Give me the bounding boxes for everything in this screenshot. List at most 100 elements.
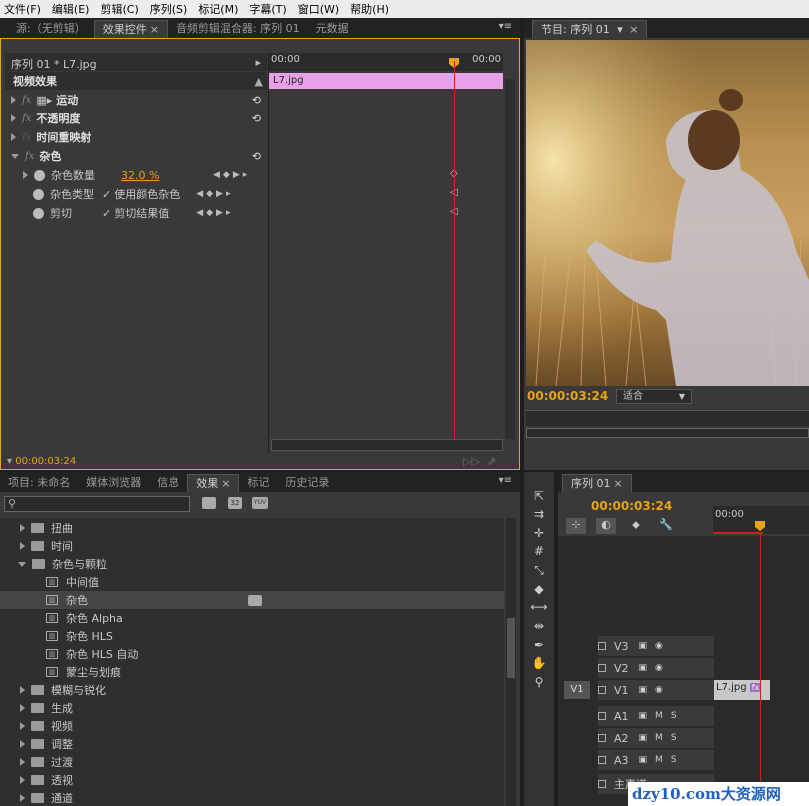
film-icon[interactable]: ▣ (639, 755, 648, 765)
hand-tool-icon[interactable]: ✋ (529, 655, 549, 671)
close-icon[interactable]: × (150, 23, 159, 36)
rate-stretch-tool-icon[interactable]: ⤡ (529, 562, 549, 578)
slip-tool-icon[interactable]: ⟷ (529, 599, 549, 615)
eye-icon[interactable]: ◉ (655, 663, 663, 673)
ripple-edit-tool-icon[interactable]: ✛ (529, 525, 549, 541)
panel-menu-icon[interactable]: ▾≡ (499, 475, 512, 486)
effects-search-input[interactable]: ⚲ (4, 496, 190, 512)
mute-button[interactable]: M (655, 755, 663, 765)
linked-selection-icon[interactable]: ◐ (596, 518, 616, 534)
tab-sequence-01[interactable]: 序列 01 × (562, 474, 632, 492)
tree-folder-time[interactable]: 时间 (20, 537, 73, 555)
close-icon[interactable]: × (614, 477, 623, 490)
tab-markers[interactable]: 标记 (239, 474, 277, 492)
ec-timecode[interactable]: ▾ 00:00:03:24 (7, 456, 76, 467)
expand-icon[interactable] (23, 171, 28, 179)
expand-icon[interactable] (11, 114, 16, 122)
menu-title[interactable]: 字幕(T) (249, 1, 286, 17)
lock-icon[interactable] (598, 780, 606, 788)
effect-row-noise[interactable]: fx 杂色 ⟲ (11, 147, 267, 165)
lock-icon[interactable] (598, 734, 606, 742)
tree-folder-generate[interactable]: 生成 (20, 699, 73, 717)
tree-effect-noise-hls-auto[interactable]: ▥ 杂色 HLS 自动 (46, 645, 138, 663)
program-zoom-bar[interactable] (526, 428, 809, 438)
param-row-noise-amount[interactable]: 杂色数量 32.0 % ◀◆▶▸ (23, 166, 267, 184)
chevron-down-icon[interactable]: ▾ (617, 23, 623, 36)
mute-button[interactable]: M (655, 711, 663, 721)
rolling-edit-tool-icon[interactable]: # (529, 543, 549, 559)
tree-folder-adjust[interactable]: 调整 (20, 735, 73, 753)
tree-folder-distort[interactable]: 扭曲 (20, 519, 73, 537)
program-scrub-ruler[interactable] (526, 410, 809, 426)
solo-button[interactable]: S (671, 711, 677, 721)
expand-icon[interactable] (20, 686, 25, 694)
play-audio-icon[interactable]: ▷▷ (463, 455, 480, 468)
yuv-effects-icon[interactable]: YUV (252, 497, 268, 509)
effect-row-time-remap[interactable]: fx 时间重映射 (11, 128, 267, 146)
slide-tool-icon[interactable]: ⇹ (529, 618, 549, 634)
accelerated-effects-icon[interactable] (202, 497, 216, 509)
tree-folder-video[interactable]: 视频 (20, 717, 73, 735)
expand-icon[interactable] (20, 776, 25, 784)
checkbox-icon[interactable]: ✓ (102, 188, 111, 201)
source-patch-v1[interactable]: V1 (564, 681, 590, 699)
menu-file[interactable]: 文件(F) (4, 1, 41, 17)
program-timecode[interactable]: 00:00:03:24 (527, 389, 608, 403)
reset-icon[interactable]: ⟲ (252, 94, 261, 107)
film-icon[interactable]: ▣ (639, 663, 648, 673)
menu-edit[interactable]: 编辑(E) (52, 1, 90, 17)
expand-icon[interactable] (20, 704, 25, 712)
pen-tool-icon[interactable]: ✒ (529, 637, 549, 653)
film-icon[interactable]: ▣ (639, 685, 648, 695)
tab-effects[interactable]: 效果 × (187, 474, 240, 492)
ec-ruler[interactable]: 00:00 00:00 (269, 53, 503, 71)
reset-icon[interactable]: ⟲ (252, 112, 261, 125)
expand-icon[interactable] (20, 794, 25, 802)
expand-icon[interactable] (20, 722, 25, 730)
keyframe-nav-icon[interactable]: ◀◆▶▸ (213, 170, 250, 180)
eye-icon[interactable]: ◉ (655, 641, 663, 651)
tree-folder-channel[interactable]: 通道 (20, 789, 73, 806)
menu-marker[interactable]: 标记(M) (198, 1, 238, 17)
expand-icon[interactable] (20, 740, 25, 748)
tab-media-browser[interactable]: 媒体浏览器 (78, 474, 149, 492)
tree-folder-perspective[interactable]: 透视 (20, 771, 73, 789)
razor-tool-icon[interactable]: ◆ (529, 581, 549, 597)
expand-icon[interactable] (11, 96, 16, 104)
tab-source[interactable]: 源:（无剪辑） (8, 20, 94, 38)
menu-sequence[interactable]: 序列(S) (150, 1, 188, 17)
stopwatch-icon[interactable] (34, 169, 45, 181)
ec-vertical-scrollbar[interactable] (505, 79, 515, 439)
stopwatch-icon[interactable] (33, 207, 44, 219)
tab-effect-controls[interactable]: 效果控件 × (93, 20, 168, 38)
lock-icon[interactable] (598, 712, 606, 720)
selection-tool-icon[interactable]: ⇱ (529, 488, 549, 504)
tree-folder-noise-grain[interactable]: 杂色与颗粒 (18, 555, 107, 573)
expand-icon[interactable] (20, 758, 25, 766)
track-select-tool-icon[interactable]: ⇉ (529, 506, 549, 522)
eye-icon[interactable]: ◉ (655, 685, 663, 695)
panel-menu-icon[interactable]: ▾≡ (499, 21, 512, 32)
timeline-timecode[interactable]: 00:00:03:24 (591, 499, 672, 513)
tree-folder-transition[interactable]: 过渡 (20, 753, 73, 771)
film-icon[interactable]: ▣ (639, 711, 648, 721)
reset-icon[interactable]: ⟲ (252, 150, 261, 163)
checkbox-icon[interactable]: ✓ (102, 207, 111, 220)
snap-icon[interactable]: ⊹ (566, 518, 586, 534)
tab-audio-mixer[interactable]: 音频剪辑混合器: 序列 01 (168, 20, 308, 38)
mute-button[interactable]: M (655, 733, 663, 743)
solo-button[interactable]: S (671, 733, 677, 743)
tab-project[interactable]: 项目: 未命名 (0, 474, 78, 492)
timeline-clip-l7[interactable]: L7.jpg fx (714, 680, 770, 700)
keyframe-nav-icon[interactable]: ◀◆▶▸ (196, 208, 233, 218)
keyframe-nav-icon[interactable]: ◀◆▶▸ (196, 189, 233, 199)
tree-effect-noise-hls[interactable]: ▥ 杂色 HLS (46, 627, 113, 645)
tree-effect-noise[interactable]: ▥ 杂色 (0, 591, 504, 609)
param-row-clip[interactable]: 剪切 ✓ 剪切结果值 ◀◆▶▸ (33, 204, 267, 222)
noise-amount-value[interactable]: 32.0 % (121, 169, 213, 182)
tab-info[interactable]: 信息 (149, 474, 187, 492)
timeline-ruler[interactable]: 00:00 (713, 506, 809, 534)
expand-icon[interactable] (20, 524, 25, 532)
stopwatch-icon[interactable] (33, 188, 44, 200)
expand-icon[interactable] (20, 542, 25, 550)
